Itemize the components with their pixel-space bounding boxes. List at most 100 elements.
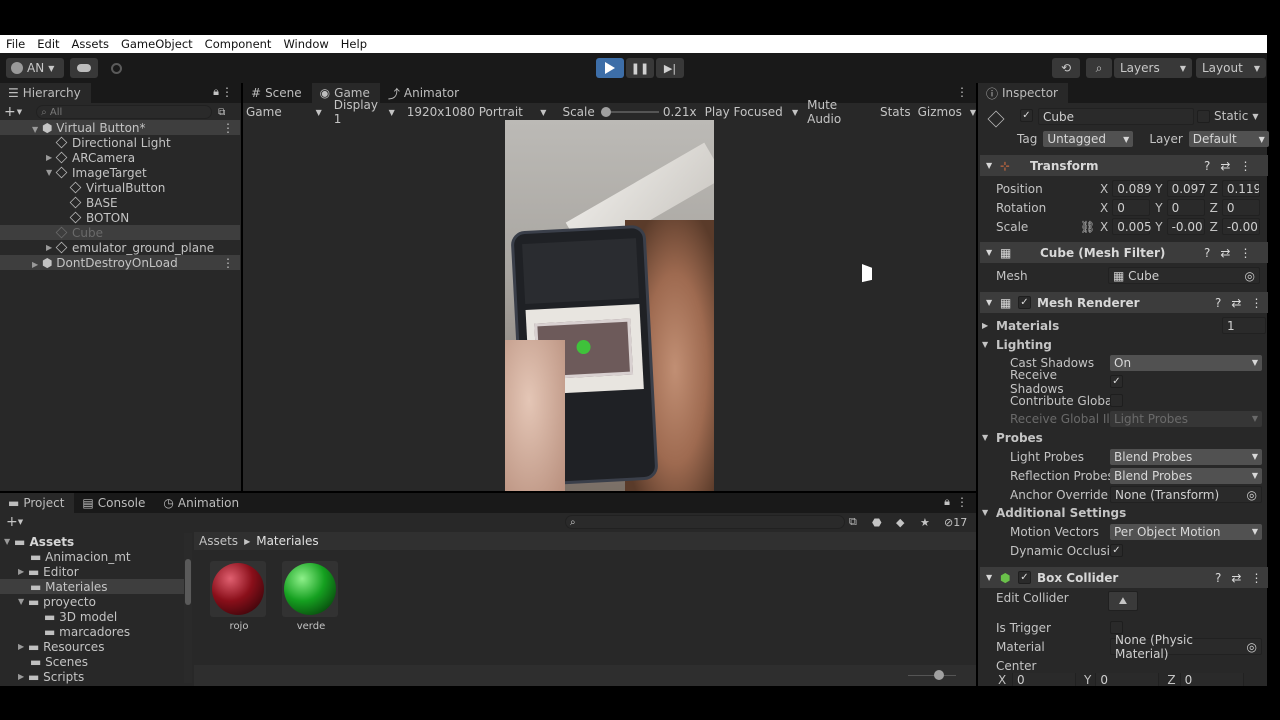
edit-collider-button[interactable]: ⛰: [1108, 591, 1138, 611]
display-dropdown[interactable]: Display 1 ▼: [326, 98, 399, 126]
position-y-field[interactable]: 0.097: [1166, 180, 1206, 197]
more-options-icon[interactable]: ⋮: [956, 85, 968, 99]
scrollbar-thumb[interactable]: [185, 559, 191, 605]
more-options-icon[interactable]: ⋮: [1239, 159, 1251, 173]
cast-shadows-dropdown[interactable]: On ▼: [1110, 354, 1262, 371]
checkbox[interactable]: [1110, 394, 1123, 407]
layout-dropdown[interactable]: Layout ▼: [1196, 58, 1266, 78]
scale-z-field[interactable]: -0.00: [1221, 218, 1260, 235]
tree-item[interactable]: ▶ emulator_ground_plane: [0, 240, 240, 255]
preset-icon[interactable]: ⇄: [1231, 296, 1241, 310]
scale-x-field[interactable]: 0.005: [1112, 218, 1152, 235]
tree-item[interactable]: ▬ Scenes: [0, 654, 192, 669]
play-focused-dropdown[interactable]: Play Focused ▼: [705, 105, 801, 119]
menu-file[interactable]: File: [0, 37, 31, 51]
scale-y-field[interactable]: -0.00: [1166, 218, 1205, 235]
menu-assets[interactable]: Assets: [66, 37, 115, 51]
additional-settings-row[interactable]: ▼ Additional Settings: [982, 503, 1266, 522]
mesh-filter-header[interactable]: ▼ ▦ Cube (Mesh Filter) ? ⇄ ⋮: [980, 242, 1268, 263]
anchor-override-field[interactable]: None (Transform) ◎: [1110, 486, 1262, 503]
lock-icon[interactable]: 🔒︎: [944, 495, 950, 509]
checkbox[interactable]: ✓: [1020, 109, 1033, 122]
tree-item[interactable]: VirtualButton: [0, 180, 240, 195]
lock-icon[interactable]: 🔒︎: [213, 85, 219, 99]
menu-window[interactable]: Window: [277, 37, 334, 51]
asset-tile[interactable]: rojo: [210, 561, 268, 632]
filter-icon[interactable]: ⧉: [849, 515, 857, 529]
tree-item[interactable]: ▬ Animacion_mt: [0, 549, 192, 564]
materials-count-field[interactable]: 1: [1222, 317, 1266, 334]
hidden-count[interactable]: ⊘17: [944, 516, 967, 529]
box-collider-header[interactable]: ▼ ⬢ ✓ Box Collider ? ⇄ ⋮: [980, 567, 1268, 588]
checkbox[interactable]: ✓: [1110, 375, 1123, 388]
slider-handle[interactable]: [600, 107, 611, 117]
mute-audio-button[interactable]: Mute Audio: [807, 98, 874, 126]
static-toggle[interactable]: Static ▼: [1197, 109, 1258, 123]
help-icon[interactable]: ?: [1215, 571, 1221, 585]
active-toggle[interactable]: ✓: [1020, 109, 1033, 122]
checkbox[interactable]: ✓: [1018, 296, 1031, 309]
tree-item[interactable]: ▬ 3D model: [0, 609, 192, 624]
more-options-icon[interactable]: ⋮: [1239, 246, 1251, 260]
object-picker-icon[interactable]: ◎: [1247, 640, 1257, 654]
rotation-y-field[interactable]: 0: [1166, 199, 1205, 216]
object-name-field[interactable]: Cube: [1038, 108, 1194, 125]
center-z-field[interactable]: 0: [1179, 673, 1244, 686]
account-button[interactable]: AN ▼: [6, 58, 64, 78]
tab-inspector[interactable]: ⓘ Inspector: [978, 83, 1068, 103]
menu-gameobject[interactable]: GameObject: [115, 37, 199, 51]
checkbox[interactable]: ✓: [1018, 571, 1031, 584]
collab-button[interactable]: [104, 58, 128, 78]
center-x-field[interactable]: 0: [1012, 673, 1076, 686]
lighting-row[interactable]: ▼ Lighting: [982, 335, 1266, 354]
breadcrumb-assets[interactable]: Assets: [199, 534, 238, 548]
center-y-field[interactable]: 0: [1095, 673, 1160, 686]
physic-material-field[interactable]: None (Physic Material) ◎: [1110, 633, 1262, 661]
transform-header[interactable]: ▼ ⊹ Transform ? ⇄ ⋮: [980, 155, 1268, 176]
layer-dropdown[interactable]: Default ▼: [1188, 131, 1269, 147]
mesh-renderer-header[interactable]: ▼ ▦ ✓ Mesh Renderer ? ⇄ ⋮: [980, 292, 1268, 313]
asset-tile[interactable]: verde: [282, 561, 340, 632]
project-search-input[interactable]: ⌕: [565, 515, 845, 529]
filter-icon[interactable]: ⧉: [218, 107, 225, 118]
tree-item[interactable]: Cube: [0, 225, 240, 240]
menu-help[interactable]: Help: [335, 37, 373, 51]
scale-slider[interactable]: [600, 107, 659, 117]
more-options-icon[interactable]: ⋮: [221, 85, 233, 99]
history-button[interactable]: ⟲: [1052, 58, 1080, 78]
tab-animation[interactable]: ◷ Animation: [155, 493, 249, 513]
tag-dropdown[interactable]: Untagged ▼: [1043, 131, 1134, 147]
search-button[interactable]: ⌕: [1086, 58, 1112, 78]
position-x-field[interactable]: 0.089: [1112, 180, 1152, 197]
probes-row[interactable]: ▼ Probes: [982, 428, 1266, 447]
tree-item[interactable]: ▬ marcadores: [0, 624, 192, 639]
tree-item[interactable]: ▶ ARCamera: [0, 150, 240, 165]
add-icon[interactable]: +: [4, 104, 16, 120]
mesh-field[interactable]: ▦ Cube ◎: [1108, 267, 1260, 284]
step-button[interactable]: ▶|: [656, 58, 684, 78]
preset-icon[interactable]: ⇄: [1220, 159, 1230, 173]
position-z-field[interactable]: 0.1194: [1221, 180, 1260, 197]
type-filter-icon[interactable]: ⬣: [872, 516, 882, 529]
preset-icon[interactable]: ⇄: [1231, 571, 1241, 585]
tree-item[interactable]: BOTON: [0, 210, 240, 225]
motion-vectors-dropdown[interactable]: Per Object Motion ▼: [1110, 523, 1262, 540]
tab-hierarchy[interactable]: ☰ Hierarchy: [0, 83, 91, 103]
tree-item[interactable]: ▼ ▬ proyecto: [0, 594, 192, 609]
add-icon[interactable]: +: [6, 514, 18, 530]
preset-icon[interactable]: ⇄: [1220, 246, 1230, 260]
gizmos-button[interactable]: Gizmos: [918, 105, 962, 119]
light-probes-dropdown[interactable]: Blend Probes ▼: [1110, 448, 1262, 465]
more-options-icon[interactable]: ⋮: [222, 121, 234, 135]
help-icon[interactable]: ?: [1204, 159, 1210, 173]
resolution-dropdown[interactable]: 1920x1080 Portrait ▼: [399, 105, 551, 119]
tab-console[interactable]: ▤ Console: [74, 493, 155, 513]
rotation-x-field[interactable]: 0: [1112, 199, 1151, 216]
hierarchy-search-input[interactable]: ⌕ All: [36, 105, 213, 119]
more-options-icon[interactable]: ⋮: [956, 495, 968, 509]
tree-item[interactable]: ▶ ▬ Editor: [0, 564, 192, 579]
tab-project[interactable]: ▬ Project: [0, 493, 75, 513]
link-icon[interactable]: ⛓: [1080, 220, 1100, 234]
help-icon[interactable]: ?: [1204, 246, 1210, 260]
breadcrumb-materiales[interactable]: Materiales: [256, 534, 318, 548]
